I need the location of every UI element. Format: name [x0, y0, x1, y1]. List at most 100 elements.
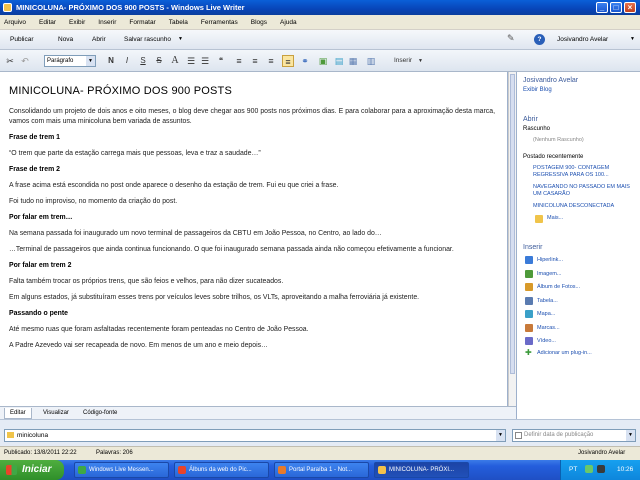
insert-6-icon [525, 337, 533, 345]
post-paragraph[interactable]: “O trem que parte da estação carrega mai… [9, 149, 495, 159]
post-body[interactable]: Consolidando um projeto de dois anos e o… [9, 107, 495, 351]
chevron-down-icon[interactable]: ▼ [418, 55, 423, 67]
taskbar-item[interactable]: MINICOLUNA- PRÓXI... [374, 462, 469, 478]
view-blog-link[interactable]: Exibir Blog [523, 87, 552, 93]
bold-icon[interactable]: N [106, 55, 116, 67]
post-paragraph[interactable]: A Padre Azevedo vai ser recapeada de nov… [9, 341, 495, 351]
user-account-button[interactable]: Josivandro Avelar [557, 36, 608, 43]
paragraph-style-select[interactable]: Parágrafo ▼ [44, 55, 96, 67]
chevron-down-icon[interactable]: ▼ [496, 430, 505, 441]
insert-item-link[interactable]: Álbum de Fotos... [537, 284, 580, 291]
close-button[interactable]: × [624, 2, 636, 13]
menu-inserir[interactable]: Inserir [98, 19, 116, 26]
menu-editar[interactable]: Editar [39, 19, 56, 26]
menu-ajuda[interactable]: Ajuda [280, 19, 297, 26]
numbered-list-icon[interactable]: ☰ [186, 55, 196, 67]
bullet-list-icon[interactable]: ☰ [200, 55, 210, 67]
recent-post-1[interactable]: POSTAGEM 900- CONTAGEM REGRESSIVA PARA O… [533, 165, 637, 179]
font-color-icon[interactable]: A [170, 55, 180, 67]
post-paragraph[interactable]: Até mesmo ruas que foram asfaltadas rece… [9, 325, 495, 335]
align-center-icon[interactable]: ≡ [250, 55, 260, 67]
publish-date-field[interactable]: Definir data de publicação ▼ [512, 429, 636, 442]
recent-post-3[interactable]: MINICOLUNA DESCONECTADA [533, 203, 637, 210]
post-editor[interactable]: MINICOLUNA- PRÓXIMO DOS 900 POSTS Consol… [0, 72, 508, 406]
post-paragraph[interactable]: Na semana passada foi inaugurado um novo… [9, 229, 495, 239]
maximize-button[interactable]: □ [610, 2, 622, 13]
start-label: Iniciar [22, 464, 52, 475]
more-insert-icon[interactable]: ▥ [364, 55, 378, 67]
more-link[interactable]: Mais... [547, 215, 563, 222]
strikethrough-icon[interactable]: S [154, 55, 164, 67]
menu-arquivo[interactable]: Arquivo [4, 19, 26, 26]
align-right-icon[interactable]: ≡ [266, 55, 276, 67]
italic-icon[interactable]: I [122, 55, 132, 67]
insert-item-link[interactable]: Marcas... [537, 325, 560, 332]
post-paragraph[interactable]: …Terminal de passageiros que ainda conti… [9, 245, 495, 255]
category-field[interactable]: minicoluna ▼ [4, 429, 506, 442]
taskbar-item[interactable]: Windows Live Messen... [74, 462, 169, 478]
minimize-button[interactable]: _ [596, 2, 608, 13]
menu-formatar[interactable]: Formatar [129, 19, 155, 26]
chevron-down-icon[interactable]: ▼ [86, 56, 95, 66]
menu-tabela[interactable]: Tabela [169, 19, 188, 26]
insert-item-link[interactable]: Hiperlink... [537, 257, 563, 264]
insert-5-icon [525, 323, 533, 332]
word-count: Palavras: 206 [96, 450, 133, 456]
editor-scrollbar[interactable] [508, 72, 516, 406]
date-placeholder: Definir data de publicação [524, 432, 594, 438]
chevron-down-icon[interactable]: ▼ [626, 430, 635, 441]
chevron-down-icon[interactable]: ▼ [630, 36, 635, 42]
insert-item-link[interactable]: Tabela... [537, 298, 558, 305]
style-value: Parágrafo [47, 58, 74, 64]
language-indicator[interactable]: PT [569, 466, 577, 473]
windows-logo-icon [6, 465, 17, 475]
align-justify-icon[interactable]: ≡ [282, 55, 294, 67]
publish-button[interactable]: Publicar [10, 36, 33, 43]
post-subheading[interactable]: Por falar em trem… [9, 213, 495, 223]
table-icon[interactable]: ▦ [348, 55, 358, 67]
hyperlink-icon[interactable]: ⚭ [300, 55, 310, 67]
post-paragraph[interactable]: A frase acima está escondida no post ond… [9, 181, 495, 191]
insert-item-link[interactable]: Imagem... [537, 271, 561, 278]
taskbar-item[interactable]: Álbuns da web do Pic... [174, 462, 269, 478]
quote-icon[interactable]: ❝ [216, 55, 226, 67]
insert-item-link[interactable]: Vídeo... [537, 338, 556, 345]
new-button[interactable]: Nova [58, 36, 73, 43]
network-icon[interactable] [585, 465, 593, 473]
tab-editar[interactable]: Editar [4, 408, 32, 419]
chevron-down-icon[interactable]: ▼ [178, 36, 183, 42]
save-draft-button[interactable]: Salvar rascunho [124, 36, 171, 43]
menu-ferramentas[interactable]: Ferramentas [201, 19, 238, 26]
recent-post-2[interactable]: NAVEGANDO NO PASSADO EM MAIS UM CASARÃO [533, 184, 637, 198]
menu-blogs[interactable]: Blogs [251, 19, 267, 26]
align-left-icon[interactable]: ≡ [234, 55, 244, 67]
post-paragraph[interactable]: Em alguns estados, já substituíram esses… [9, 293, 495, 303]
post-paragraph[interactable]: Falta também trocar os próprios trens, q… [9, 277, 495, 287]
add-plugin-link[interactable]: Adicionar um plug-in... [537, 350, 592, 357]
image-icon[interactable]: ▣ [318, 55, 328, 67]
post-subheading[interactable]: Passando o pente [9, 309, 495, 319]
scrollbar-thumb[interactable] [510, 74, 515, 374]
messenger-tray-icon[interactable] [597, 465, 605, 473]
help-icon[interactable]: ? [534, 34, 545, 45]
insert-dropdown[interactable]: Inserir [394, 55, 412, 67]
cut-icon[interactable]: ✂ [4, 55, 16, 67]
insert-item-link[interactable]: Mapa... [537, 311, 555, 318]
tab-codigo-fonte[interactable]: Código-fonte [78, 408, 122, 419]
open-button[interactable]: Abrir [92, 36, 106, 43]
underline-icon[interactable]: S [138, 55, 148, 67]
menu-exibir[interactable]: Exibir [69, 19, 85, 26]
post-subheading[interactable]: Frase de trem 1 [9, 133, 495, 143]
map-icon[interactable]: ▤ [334, 55, 344, 67]
post-paragraph[interactable]: Consolidando um projeto de dois anos e o… [9, 107, 495, 127]
pen-icon[interactable]: ✎ [507, 33, 515, 44]
start-button[interactable]: Iniciar [0, 460, 64, 480]
post-paragraph[interactable]: Foi tudo no improviso, no momento da cri… [9, 197, 495, 207]
post-subheading[interactable]: Frase de trem 2 [9, 165, 495, 175]
post-title[interactable]: MINICOLUNA- PRÓXIMO DOS 900 POSTS [9, 85, 495, 97]
date-checkbox[interactable] [515, 432, 522, 439]
tab-visualizar[interactable]: Visualizar [38, 408, 74, 419]
post-subheading[interactable]: Por falar em trem 2 [9, 261, 495, 271]
undo-icon[interactable]: ↶ [20, 55, 30, 67]
taskbar-item[interactable]: Portal Paraíba 1 - Not... [274, 462, 369, 478]
